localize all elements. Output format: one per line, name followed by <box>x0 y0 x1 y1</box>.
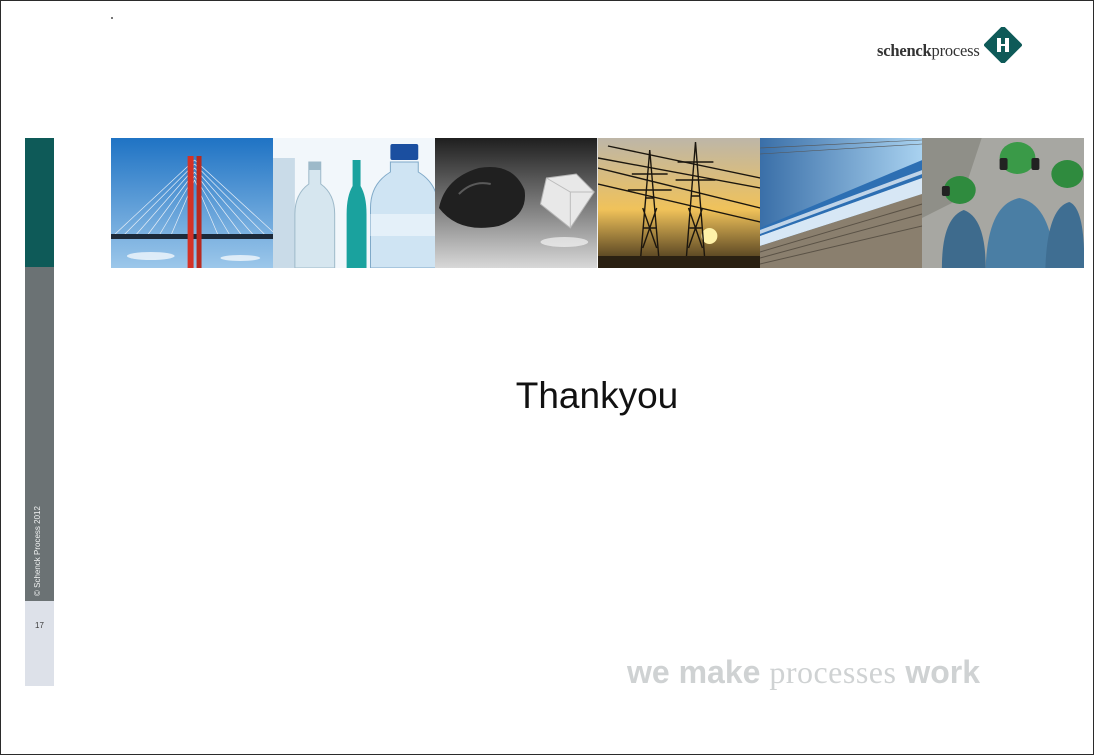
power-pylons-photo <box>597 138 760 268</box>
slide-title: Thankyou <box>515 375 679 416</box>
tagline: we make processes work <box>627 654 981 690</box>
stray-dot <box>111 17 113 19</box>
logo-text: schenckprocess <box>877 41 980 60</box>
logo-mark-icon <box>983 27 1022 63</box>
sidebar-brand-block <box>25 138 54 267</box>
slide: schenckprocess © Schenck Process 2012 17 <box>0 0 1094 755</box>
coal-and-diamond-photo <box>435 138 598 268</box>
page-number: 17 <box>35 621 44 630</box>
train-photo <box>759 138 922 268</box>
sidebar-light-block <box>25 601 54 686</box>
industry-photo-banner <box>111 138 1085 268</box>
bridge-photo <box>111 138 274 268</box>
workers-helmets-photo <box>921 138 1085 268</box>
copyright-text: © Schenck Process 2012 <box>33 506 42 596</box>
schenck-process-logo: schenckprocess <box>877 27 1022 63</box>
water-bottles-photo <box>273 138 436 268</box>
